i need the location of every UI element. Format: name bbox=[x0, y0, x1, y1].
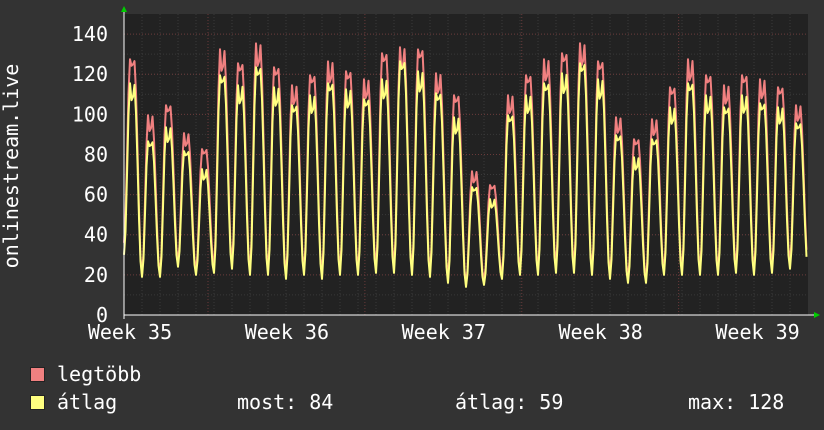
y-tick-label: 120 bbox=[72, 62, 108, 86]
y-tick-label: 140 bbox=[72, 22, 108, 46]
y-tick-label: 60 bbox=[84, 183, 108, 207]
x-tick-label: Week 36 bbox=[245, 320, 329, 344]
y-tick-label: 100 bbox=[72, 102, 108, 126]
stat-average: átlag: 59 bbox=[455, 390, 564, 414]
x-tick-label: Week 35 bbox=[88, 320, 172, 344]
stat-maximum: max: 128 bbox=[688, 390, 785, 414]
legend-label-max: legtöbb bbox=[57, 362, 142, 386]
y-axis-label: onlinestream.live bbox=[0, 64, 23, 269]
x-tick-label: Week 37 bbox=[402, 320, 486, 344]
y-axis-tick-labels: 020406080100120140 bbox=[72, 22, 108, 327]
legend-item-avg: átlag bbox=[30, 390, 117, 414]
chart: 020406080100120140 Week 35 Week 36 Week 37… bbox=[0, 6, 820, 344]
y-tick-label: 20 bbox=[84, 263, 108, 287]
y-axis-arrow-icon bbox=[121, 6, 127, 12]
legend-label-avg: átlag bbox=[57, 390, 118, 414]
x-tick-label: Week 38 bbox=[558, 320, 642, 344]
legend-swatch-max bbox=[30, 366, 45, 382]
y-tick-label: 80 bbox=[84, 142, 108, 166]
legend-swatch-avg bbox=[30, 394, 45, 410]
y-tick-label: 40 bbox=[84, 223, 108, 247]
x-tick-label: Week 39 bbox=[715, 320, 799, 344]
x-axis-arrow-icon bbox=[814, 312, 820, 318]
x-axis-tick-labels: Week 35 Week 36 Week 37 Week 38 Week 39 bbox=[88, 320, 800, 344]
legend-item-max: legtöbb bbox=[30, 362, 141, 386]
stat-current: most: 84 bbox=[237, 390, 334, 414]
